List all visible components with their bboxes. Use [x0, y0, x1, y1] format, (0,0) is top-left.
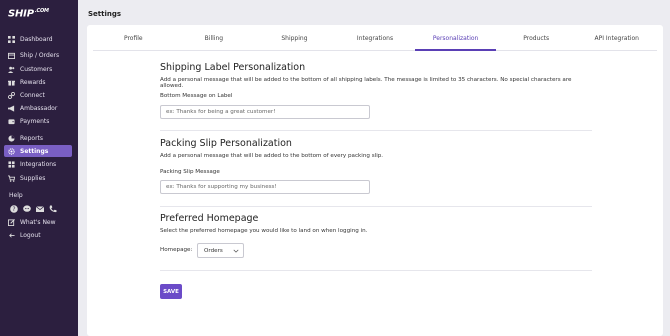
packing-slip-input[interactable] — [160, 180, 370, 194]
sidebar-item-dashboard[interactable]: Dashboard — [4, 33, 72, 45]
sidebar-item-label: Settings — [20, 147, 49, 155]
homepage-section: Preferred Homepage Select the preferred … — [160, 213, 592, 234]
sidebar-item-ship-orders[interactable]: Ship / Orders — [4, 49, 72, 61]
section-heading: Shipping Label Personalization — [160, 62, 306, 73]
grid-icon — [8, 35, 15, 43]
sidebar-item-label: Ship / Orders — [20, 51, 60, 59]
sidebar-item-connect[interactable]: Connect — [4, 89, 72, 101]
sidebar-item-logout[interactable]: Logout — [4, 229, 72, 241]
chart-icon — [8, 134, 15, 142]
sidebar-item-label: Payments — [20, 117, 50, 125]
users-icon — [8, 66, 15, 73]
gear-icon — [8, 147, 15, 155]
section-heading: Preferred Homepage — [160, 213, 259, 224]
sidebar-item-label: Logout — [20, 231, 41, 239]
chat-icon[interactable] — [22, 204, 31, 213]
sidebar-item-whats-new[interactable]: What's New — [4, 216, 72, 228]
puzzle-icon — [8, 160, 15, 168]
box-icon — [8, 52, 15, 59]
tab-products[interactable]: Products — [496, 28, 577, 50]
sidebar-item-label: Customers — [20, 65, 53, 73]
sidebar-item-label: Supplies — [20, 174, 46, 182]
help-icons: ? — [9, 204, 57, 213]
sidebar-item-customers[interactable]: Customers — [4, 63, 72, 75]
megaphone-icon — [8, 104, 15, 112]
tab-personalization[interactable]: Personalization — [415, 28, 496, 51]
question-icon[interactable]: ? — [9, 204, 18, 213]
section-description: Select the preferred homepage you would … — [160, 228, 368, 234]
select-value: Orders — [204, 247, 223, 254]
sidebar-item-label: Connect — [20, 91, 45, 99]
sidebar-item-label: Reports — [20, 134, 44, 142]
divider — [160, 206, 592, 207]
tab-integrations[interactable]: Integrations — [335, 28, 416, 50]
homepage-select[interactable]: Orders — [197, 243, 244, 258]
sidebar-item-supplies[interactable]: Supplies — [4, 172, 72, 184]
section-heading: Packing Slip Personalization — [160, 138, 292, 149]
sidebar-item-reports[interactable]: Reports — [4, 132, 72, 144]
packing-slip-section: Packing Slip Personalization Add a perso… — [160, 138, 592, 159]
help-label: Help — [9, 192, 23, 199]
divider — [160, 270, 592, 271]
sidebar: SHIP.COM Dashboard Ship / Orders Custome… — [0, 0, 78, 336]
tab-billing[interactable]: Billing — [174, 28, 255, 50]
sidebar-item-rewards[interactable]: Rewards — [4, 76, 72, 88]
edit-icon — [8, 218, 15, 226]
phone-icon[interactable] — [48, 204, 57, 213]
settings-card: Profile Billing Shipping Integrations Pe… — [87, 25, 663, 336]
field-label: Packing Slip Message — [160, 169, 220, 175]
sidebar-item-label: Dashboard — [20, 35, 53, 43]
tab-shipping[interactable]: Shipping — [254, 28, 335, 50]
tab-profile[interactable]: Profile — [93, 28, 174, 50]
sidebar-item-label: What's New — [20, 218, 56, 226]
cart-icon — [8, 174, 15, 182]
sidebar-item-label: Ambassador — [20, 104, 58, 112]
save-button[interactable]: SAVE — [160, 284, 182, 299]
page-title: Settings — [88, 10, 122, 18]
gift-icon — [8, 79, 15, 86]
shipping-label-section: Shipping Label Personalization Add a per… — [160, 62, 592, 89]
tab-api-integration[interactable]: API Integration — [576, 28, 657, 50]
sidebar-item-label: Integrations — [20, 160, 57, 168]
sidebar-item-label: Rewards — [20, 78, 46, 86]
link-icon — [8, 91, 15, 99]
sidebar-item-ambassador[interactable]: Ambassador — [4, 102, 72, 114]
settings-tabs: Profile Billing Shipping Integrations Pe… — [93, 28, 657, 51]
wallet-icon — [8, 118, 15, 125]
sidebar-item-settings[interactable]: Settings — [4, 145, 72, 157]
mail-icon[interactable] — [35, 204, 44, 213]
sidebar-item-payments[interactable]: Payments — [4, 115, 72, 127]
section-description: Add a personal message that will be adde… — [160, 153, 384, 159]
field-label: Bottom Message on Label — [160, 93, 233, 99]
svg-text:?: ? — [12, 206, 15, 213]
divider — [160, 130, 592, 131]
logo[interactable]: SHIP.COM — [8, 8, 49, 19]
logout-icon — [8, 232, 15, 239]
sidebar-item-integrations[interactable]: Integrations — [4, 158, 72, 170]
chevron-down-icon — [233, 249, 239, 253]
homepage-label: Homepage: — [160, 247, 193, 253]
section-description: Add a personal message that will be adde… — [160, 77, 572, 89]
label-message-input[interactable] — [160, 105, 370, 119]
